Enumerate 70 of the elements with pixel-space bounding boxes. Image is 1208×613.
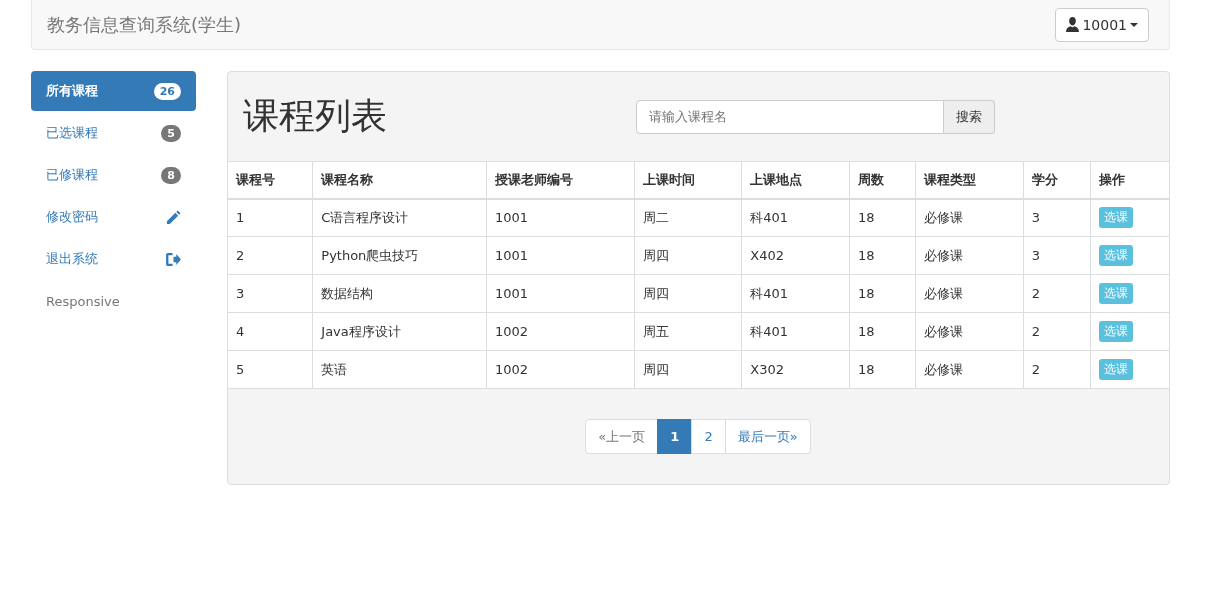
- count-badge: 5: [161, 124, 181, 142]
- table-cell: 必修课: [915, 350, 1024, 389]
- sidebar-item[interactable]: 修改密码: [31, 197, 196, 237]
- table-cell: 5: [228, 350, 313, 389]
- table-cell: 科401: [741, 312, 850, 351]
- table-cell: 2: [228, 236, 313, 275]
- table-cell: 18: [849, 198, 916, 237]
- user-menu-button[interactable]: 10001: [1055, 7, 1149, 42]
- count-badge: 8: [161, 166, 181, 184]
- column-header: 上课时间: [634, 161, 742, 199]
- count-badge: 26: [153, 82, 181, 100]
- pagination-link[interactable]: 最后一页»: [724, 419, 811, 454]
- table-cell: 周四: [634, 236, 742, 275]
- table-cell: 科401: [741, 198, 850, 237]
- logout-icon: [166, 252, 181, 266]
- table-cell: 1001: [486, 198, 635, 237]
- table-cell: 1001: [486, 274, 635, 313]
- table-cell: X302: [741, 350, 850, 389]
- table-cell: 必修课: [915, 312, 1024, 351]
- sidebar-item[interactable]: 已选课程 5: [31, 113, 196, 153]
- pencil-icon: [166, 209, 181, 225]
- table-cell: X402: [741, 236, 850, 275]
- table-cell: 1002: [486, 350, 635, 389]
- sidebar-item[interactable]: 已修课程 8: [31, 155, 196, 195]
- page-title: 课程列表: [243, 94, 388, 138]
- search-field[interactable]: 请输入课程名: [636, 99, 944, 134]
- search-button[interactable]: 搜索: [944, 99, 995, 134]
- pagination-link[interactable]: 1: [657, 419, 693, 454]
- table-cell: 必修课: [915, 198, 1024, 237]
- table-cell: 3: [228, 274, 313, 313]
- table-cell: 18: [849, 274, 916, 313]
- table-cell: Python爬虫技巧: [312, 236, 487, 275]
- sidebar-item[interactable]: 退出系统: [31, 239, 196, 279]
- table-cell: Java程序设计: [312, 312, 487, 351]
- caret-icon: [1130, 22, 1138, 27]
- table-cell: 1001: [486, 236, 635, 275]
- table-cell: 必修课: [915, 236, 1024, 275]
- table-cell: 必修课: [915, 274, 1024, 313]
- sidebar-item[interactable]: 所有课程 26: [31, 71, 196, 111]
- column-header: 周数: [849, 161, 916, 199]
- column-header: 授课老师编号: [486, 161, 635, 199]
- table-cell: 4: [228, 312, 313, 351]
- table-cell: 英语: [312, 350, 487, 389]
- column-header: 课程类型: [915, 161, 1024, 199]
- table-cell: 2: [1023, 312, 1091, 351]
- table-cell: 周四: [634, 274, 742, 313]
- pagination-link[interactable]: 2: [691, 419, 726, 454]
- column-header: 上课地点: [741, 161, 850, 199]
- table-cell: 周四: [634, 350, 742, 389]
- column-header: 课程名称: [312, 161, 487, 199]
- table-cell: 2: [1023, 274, 1091, 313]
- user-icon: [1066, 17, 1080, 32]
- table-cell: 18: [849, 350, 916, 389]
- table-cell: 数据结构: [312, 274, 487, 313]
- sidebar-item[interactable]: Responsive: [31, 281, 196, 321]
- table-cell: 1: [228, 198, 313, 237]
- column-header: 学分: [1023, 161, 1091, 199]
- table-cell: 3: [1023, 198, 1091, 237]
- column-header: 课程号: [228, 161, 313, 199]
- table-cell: 科401: [741, 274, 850, 313]
- table-cell: 2: [1023, 350, 1091, 389]
- table-cell: 3: [1023, 236, 1091, 275]
- table-cell: 周五: [634, 312, 742, 351]
- table-cell: 周二: [634, 198, 742, 237]
- column-header: 操作: [1090, 161, 1169, 199]
- brand-title: 教务信息查询系统(学生): [47, 12, 242, 37]
- table-cell: 1002: [486, 312, 635, 351]
- table-cell: 18: [849, 236, 916, 275]
- table-cell: C语言程序设计: [312, 198, 487, 237]
- table-cell: 18: [849, 312, 916, 351]
